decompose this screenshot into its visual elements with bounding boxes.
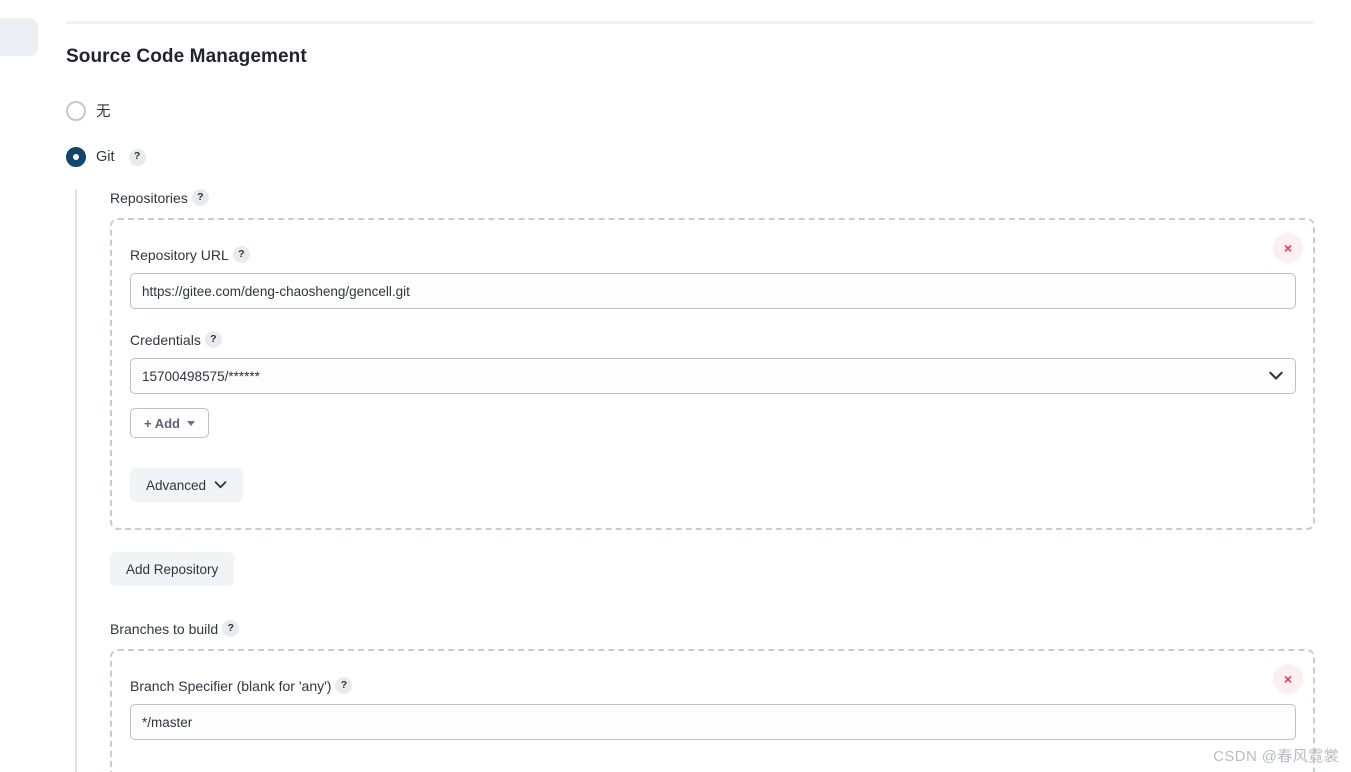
- repository-block: × Repository URL ? Credentials ?: [110, 218, 1315, 530]
- scm-option-git-label: Git: [96, 149, 115, 165]
- scm-option-none[interactable]: 无: [66, 100, 1315, 121]
- close-icon: ×: [1283, 240, 1293, 256]
- add-repository-button[interactable]: Add Repository: [110, 552, 235, 586]
- page-root: Source Code Management 无 Git ? Repositor…: [0, 0, 1351, 772]
- repository-url-label: Repository URL: [130, 246, 229, 263]
- delete-branch-button[interactable]: ×: [1273, 664, 1303, 694]
- header-divider: [66, 21, 1315, 24]
- advanced-row: Advanced: [130, 468, 1296, 502]
- page-title: Source Code Management: [66, 46, 307, 67]
- credentials-select-wrap: [130, 358, 1296, 394]
- add-credentials-label: + Add: [144, 415, 180, 431]
- credentials-label-row: Credentials ?: [130, 331, 1296, 348]
- repositories-label-row: Repositories ?: [110, 189, 1315, 206]
- help-icon-branches[interactable]: ?: [222, 620, 240, 637]
- help-icon-repositories[interactable]: ?: [191, 189, 209, 206]
- add-credentials-button[interactable]: + Add: [130, 408, 209, 438]
- close-icon: ×: [1283, 671, 1293, 687]
- radio-git[interactable]: [66, 147, 86, 167]
- radio-none[interactable]: [66, 100, 86, 121]
- credentials-select[interactable]: [130, 358, 1296, 394]
- add-repository-row: Add Repository: [110, 552, 1315, 586]
- help-icon-branch-specifier[interactable]: ?: [335, 677, 353, 694]
- chevron-down-icon-advanced: [214, 481, 227, 489]
- scm-content: Source Code Management 无 Git ? Repositor…: [66, 46, 1315, 772]
- caret-down-icon: [187, 420, 195, 426]
- help-icon-credentials[interactable]: ?: [204, 331, 222, 348]
- repositories-label: Repositories: [110, 189, 188, 206]
- repository-url-label-row: Repository URL ?: [130, 246, 1296, 263]
- branch-specifier-input[interactable]: [130, 704, 1296, 740]
- help-icon-git[interactable]: ?: [128, 148, 146, 166]
- branches-label: Branches to build: [110, 620, 219, 637]
- sidebar-collapsed-chip[interactable]: [0, 18, 38, 56]
- repository-url-input[interactable]: [130, 273, 1296, 309]
- git-config-section: Repositories ? × Repository URL ? Creden…: [75, 189, 1315, 772]
- advanced-button[interactable]: Advanced: [130, 468, 244, 502]
- watermark: CSDN @春风霓裳: [1213, 748, 1339, 765]
- branch-specifier-label: Branch Specifier (blank for 'any'): [130, 677, 332, 694]
- advanced-label: Advanced: [146, 477, 207, 493]
- scm-option-none-label: 无: [96, 104, 111, 120]
- branch-block: × Branch Specifier (blank for 'any') ?: [110, 649, 1315, 772]
- credentials-label: Credentials: [130, 331, 201, 348]
- branch-specifier-label-row: Branch Specifier (blank for 'any') ?: [130, 677, 1296, 694]
- help-icon-repository-url[interactable]: ?: [232, 246, 250, 263]
- add-repository-label: Add Repository: [126, 561, 219, 577]
- scm-option-git[interactable]: Git ?: [66, 147, 1315, 167]
- branches-label-row: Branches to build ?: [110, 620, 1315, 637]
- delete-repository-button[interactable]: ×: [1273, 233, 1303, 263]
